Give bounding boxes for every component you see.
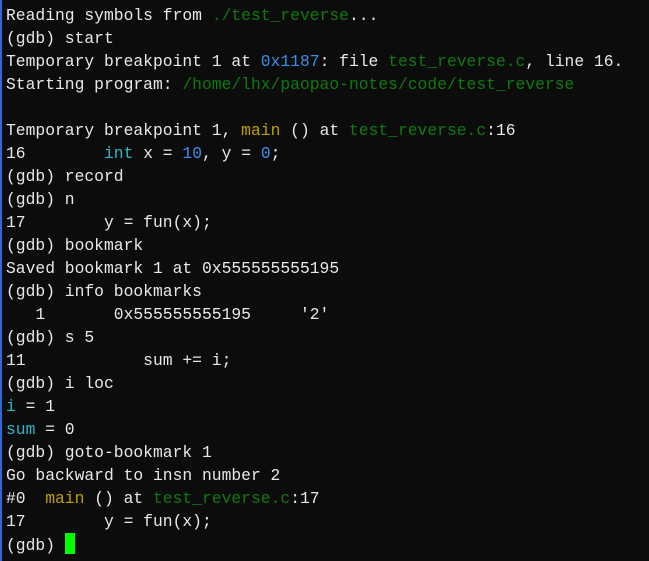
terminal-text: /home/lhx/paopao-notes/code/test_reverse	[182, 75, 575, 94]
terminal-text: int	[104, 144, 134, 163]
cursor-block[interactable]	[64, 533, 75, 554]
window-edge	[0, 0, 2, 561]
terminal-line: Starting program: /home/lhx/paopao-notes…	[6, 73, 623, 96]
terminal-line: (gdb) info bookmarks	[6, 280, 623, 303]
terminal-line: 11 sum += i;	[6, 349, 623, 372]
terminal-text: (gdb) start	[6, 29, 114, 48]
terminal-line: (gdb) i loc	[6, 372, 623, 395]
terminal-text: #0	[6, 489, 46, 508]
terminal-text: main	[45, 489, 85, 508]
terminal-text: :16	[486, 121, 516, 140]
terminal-text: = 1	[15, 397, 56, 416]
terminal-text: ./test_reverse	[211, 6, 349, 25]
terminal-text: (gdb) info bookmarks	[6, 282, 202, 301]
terminal-line: Temporary breakpoint 1 at 0x1187: file t…	[6, 50, 623, 73]
terminal-text: Go backward to insn number 2	[6, 466, 281, 485]
terminal-line: Saved bookmark 1 at 0x555555555195	[6, 257, 623, 280]
terminal-text: test_reverse.c	[153, 489, 291, 508]
terminal-text: 17 y = fun(x);	[6, 512, 212, 531]
terminal-line: (gdb) goto-bookmark 1	[6, 441, 623, 464]
terminal-text: (gdb) record	[6, 167, 124, 186]
terminal-line: 1 0x555555555195 '2'	[6, 303, 623, 326]
terminal-text: (gdb) goto-bookmark 1	[6, 443, 212, 462]
terminal-text: 0x1187	[260, 52, 320, 71]
terminal-text: x =	[133, 144, 183, 163]
terminal-text: (gdb)	[6, 536, 65, 555]
terminal-text: (gdb) i loc	[6, 374, 114, 393]
terminal-text: 11 sum += i;	[6, 351, 232, 370]
terminal-text: (gdb) s 5	[6, 328, 95, 347]
terminal-line: #0 main () at test_reverse.c:17	[6, 487, 623, 510]
terminal-text: Reading symbols from	[6, 6, 212, 25]
terminal-text: 1 0x555555555195 '2'	[6, 305, 330, 324]
terminal-line: 16 int x = 10, y = 0;	[6, 142, 623, 165]
terminal-line: Go backward to insn number 2	[6, 464, 623, 487]
terminal-text: Temporary breakpoint 1 at	[6, 52, 261, 71]
terminal-text: ;	[270, 144, 281, 163]
terminal-text: () at	[84, 489, 153, 508]
terminal-text: 10	[182, 144, 203, 163]
terminal-text: : file	[319, 52, 389, 71]
terminal-text: ...	[348, 6, 379, 25]
terminal-text: (gdb) n	[6, 190, 75, 209]
terminal-text: test_reverse.c	[348, 121, 487, 140]
terminal-line: (gdb) record	[6, 165, 623, 188]
terminal-text: () at	[280, 121, 349, 140]
terminal-line: 17 y = fun(x);	[6, 211, 623, 234]
terminal-line: (gdb) start	[6, 27, 623, 50]
terminal-text: 17 y = fun(x);	[6, 213, 212, 232]
terminal-text: Temporary breakpoint 1,	[6, 121, 242, 140]
terminal-text: i	[6, 397, 16, 416]
terminal-line: i = 1	[6, 395, 623, 418]
terminal-line: Reading symbols from ./test_reverse...	[6, 4, 623, 27]
terminal-text: test_reverse.c	[388, 52, 526, 71]
terminal-line: 17 y = fun(x);	[6, 510, 623, 533]
terminal-text: , y =	[202, 144, 261, 163]
terminal-line: (gdb)	[6, 533, 623, 556]
terminal-line: (gdb) bookmark	[6, 234, 623, 257]
terminal-line: (gdb) n	[6, 188, 623, 211]
terminal-text: Starting program:	[6, 75, 183, 94]
terminal-line: (gdb) s 5	[6, 326, 623, 349]
terminal-line: Temporary breakpoint 1, main () at test_…	[6, 119, 623, 142]
terminal-text: Saved bookmark 1 at 0x555555555195	[6, 259, 340, 278]
terminal-output[interactable]: Reading symbols from ./test_reverse... (g…	[6, 4, 623, 556]
terminal-text: (gdb) bookmark	[6, 236, 144, 255]
terminal-text: sum	[6, 420, 36, 439]
terminal-text: = 0	[35, 420, 75, 439]
terminal-text: :17	[290, 489, 320, 508]
terminal-line: sum = 0	[6, 418, 623, 441]
terminal-text: , line 16.	[525, 52, 624, 71]
terminal-text: 0	[260, 144, 271, 163]
terminal-text: 16	[6, 144, 104, 163]
terminal-text: main	[241, 121, 281, 140]
